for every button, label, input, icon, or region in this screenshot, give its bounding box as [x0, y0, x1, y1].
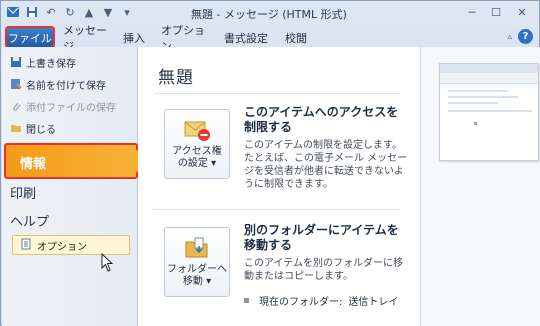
tab-review[interactable]: 校閲	[281, 28, 311, 47]
nav-save-as[interactable]: 名前を付けて保存	[10, 75, 106, 93]
move-section-description: このアイテムを別のフォルダーに移動またはコピーします。	[244, 258, 403, 282]
tab-file[interactable]: ファイル	[7, 28, 53, 47]
current-folder-row: 現在のフォルダー: 送信トレイ	[244, 293, 398, 308]
nav-save[interactable]: 上書き保存	[10, 53, 76, 71]
options-doc-icon	[21, 238, 32, 253]
ribbon-tab-row: ファイル メッセージ 挿入 オプション 書式設定 校閲 ▵ ?	[1, 24, 539, 53]
folder-icon	[10, 122, 22, 134]
customize-qat-icon[interactable]: ▾	[119, 4, 135, 20]
outlook-app-icon[interactable]	[5, 4, 21, 20]
nav-close-label: 閉じる	[26, 124, 56, 136]
nav-info[interactable]: 情報	[4, 143, 146, 179]
up-arrow-icon[interactable]: ▲	[81, 4, 97, 20]
move-to-folder-button[interactable]: フォルダーへ 移動 ▾	[164, 227, 230, 297]
info-content-pane: 無題 アクセス権 の設定 ▾ このアイテムへのアクセスを制限する このアイテムの…	[138, 47, 420, 326]
nav-save-attachments: 添付ファイルの保存	[10, 97, 116, 115]
ribbon-right-controls: ▵ ?	[507, 29, 533, 44]
dropdown-arrow-icon: ▾	[202, 276, 212, 287]
message-thumbnail[interactable]	[439, 63, 539, 161]
minimize-ribbon-icon[interactable]: ▵	[507, 32, 512, 42]
restrict-access-icon	[183, 118, 211, 142]
dropdown-arrow-icon: ▾	[207, 158, 217, 169]
tab-format[interactable]: 書式設定	[221, 28, 271, 47]
maximize-button[interactable]: ☐	[485, 3, 507, 21]
tab-message[interactable]: メッセージ	[63, 24, 113, 53]
help-icon[interactable]: ?	[518, 29, 533, 44]
nav-options[interactable]: オプション	[12, 235, 130, 255]
mouse-cursor-icon	[101, 252, 115, 276]
access-section-heading: このアイテムへのアクセスを制限する	[244, 105, 399, 134]
section-separator	[154, 209, 400, 210]
title-separator	[154, 93, 400, 94]
current-folder-label: 現在のフォルダー:	[259, 297, 343, 308]
redo-icon[interactable]: ↻	[62, 4, 78, 20]
document-preview-pane	[420, 47, 540, 326]
move-folder-icon	[183, 236, 211, 260]
backstage-nav: 上書き保存 名前を付けて保存 添付ファイルの保存 閉じる 情報 印刷 ヘルプ オ…	[2, 47, 146, 326]
bullet-icon	[244, 298, 249, 303]
permission-button-label-1: アクセス権	[172, 146, 222, 157]
save-icon	[10, 56, 22, 68]
minimize-button[interactable]: ─	[461, 3, 483, 21]
page-title: 無題	[158, 68, 194, 88]
move-button-label-1: フォルダーへ	[167, 264, 227, 275]
undo-icon[interactable]: ↶	[43, 4, 59, 20]
permission-button[interactable]: アクセス権 の設定 ▾	[164, 109, 230, 179]
paperclip-icon	[10, 100, 22, 112]
permission-button-label-2: の設定	[177, 158, 208, 169]
nav-options-label: オプション	[37, 241, 87, 253]
access-section-description: このアイテムの制限を設定します。たとえば、この電子メール メッセージを受信者が他…	[244, 140, 408, 190]
nav-save-attachments-label: 添付ファイルの保存	[26, 102, 116, 114]
move-section-heading: 別のフォルダーにアイテムを移動する	[244, 223, 399, 252]
move-button-label-2: 移動	[182, 276, 203, 287]
current-folder-value: 送信トレイ	[348, 297, 399, 308]
nav-help[interactable]: ヘルプ	[10, 211, 49, 230]
tab-options[interactable]: オプション	[161, 24, 213, 53]
down-arrow-icon[interactable]: ▼	[100, 4, 116, 20]
nav-save-as-label: 名前を付けて保存	[26, 80, 106, 92]
save-as-icon	[10, 78, 22, 90]
tab-insert[interactable]: 挿入	[119, 28, 149, 47]
quick-access-toolbar: ↶ ↻ ▲ ▼ ▾	[5, 4, 135, 20]
save-icon[interactable]	[24, 4, 40, 20]
nav-close[interactable]: 閉じる	[10, 119, 56, 137]
outlook-message-window: ↶ ↻ ▲ ▼ ▾ 無題 - メッセージ (HTML 形式) ─ ☐ ✕ ファイ…	[0, 0, 540, 326]
window-title: 無題 - メッセージ (HTML 形式)	[191, 8, 347, 21]
window-controls: ─ ☐ ✕	[461, 3, 535, 21]
nav-save-label: 上書き保存	[26, 58, 76, 70]
close-button[interactable]: ✕	[509, 3, 535, 21]
nav-print[interactable]: 印刷	[10, 183, 36, 202]
nav-info-label: 情報	[20, 157, 47, 172]
